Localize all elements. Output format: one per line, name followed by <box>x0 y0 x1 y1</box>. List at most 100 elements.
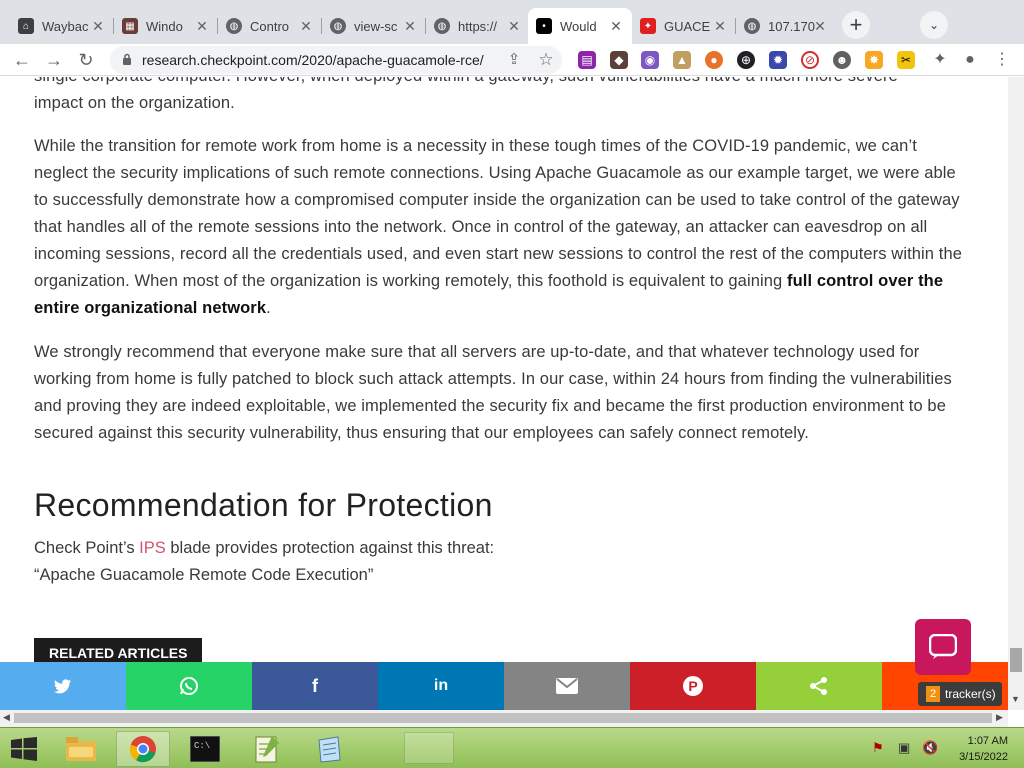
extension-icon[interactable]: ● <box>705 51 723 69</box>
share-whatsapp-button[interactable] <box>126 662 252 710</box>
twitter-icon <box>54 678 71 693</box>
puzzle-extensions-icon[interactable]: ✦ <box>928 48 952 72</box>
scroll-down-arrow-icon[interactable]: ▼ <box>1011 694 1020 704</box>
vertical-scroll-thumb[interactable] <box>1010 648 1022 672</box>
reload-icon[interactable]: ↻ <box>74 48 98 72</box>
tracker-label: tracker(s) <box>945 687 996 701</box>
tab-view-source[interactable]: ◍ view-sc ✕ <box>322 8 426 44</box>
network-icon[interactable]: ▣ <box>898 740 910 756</box>
globe-icon: ◍ <box>226 18 242 34</box>
checkpoint-favicon-icon: • <box>536 18 552 34</box>
tab-strip: ⌂ Waybac ✕ ▦ Windo ✕ ◍ Contro ✕ ◍ view-s… <box>0 0 1024 44</box>
paragraph-recommend: We strongly recommend that everyone make… <box>34 339 970 447</box>
extension-icon[interactable]: ✸ <box>865 51 883 69</box>
extension-icon[interactable]: ▲ <box>673 51 691 69</box>
share-twitter-button[interactable] <box>0 662 126 710</box>
share-email-button[interactable] <box>504 662 630 710</box>
tracker-badge[interactable]: 2 tracker(s) <box>918 682 1002 706</box>
extension-icon[interactable]: ⊕ <box>737 51 755 69</box>
scroll-left-arrow-icon[interactable]: ◀ <box>3 712 10 723</box>
ips-paragraph: Check Point’s IPS blade provides protect… <box>34 535 494 589</box>
pinterest-icon: P <box>683 676 703 696</box>
extension-icon[interactable]: ▤ <box>578 51 596 69</box>
chat-bubble-icon <box>929 634 957 659</box>
tab-ip-address[interactable]: ◍ 107.170 ✕ <box>736 8 836 44</box>
extension-icon[interactable]: ✹ <box>769 51 787 69</box>
browser-toolbar: ← → ↻ research.checkpoint.com/2020/apach… <box>0 44 1024 76</box>
paragraph-text: We strongly recommend that everyone make… <box>34 343 952 442</box>
ips-link[interactable]: IPS <box>139 539 166 557</box>
share-linkedin-button[interactable]: in <box>378 662 504 710</box>
tab-title: https:// <box>458 18 498 34</box>
share-pinterest-button[interactable]: P <box>630 662 756 710</box>
volume-muted-icon[interactable]: 🔇 <box>922 740 938 756</box>
fragment-line-1: single corporate computer. However, when… <box>34 77 970 90</box>
chat-widget-button[interactable] <box>915 619 971 675</box>
tab-title: Waybac <box>42 18 89 34</box>
vertical-scrollbar[interactable] <box>1008 77 1024 710</box>
close-icon[interactable]: ✕ <box>194 18 210 34</box>
close-icon[interactable]: ✕ <box>506 18 522 34</box>
scroll-right-arrow-icon[interactable]: ▶ <box>996 712 1003 723</box>
share-facebook-button[interactable]: f <box>252 662 378 710</box>
tab-wayback[interactable]: ⌂ Waybac ✕ <box>10 8 114 44</box>
profile-avatar-icon[interactable]: ● <box>958 48 982 72</box>
tab-guacamole[interactable]: ✦ GUACE ✕ <box>632 8 736 44</box>
share-page-icon[interactable]: ⇪ <box>502 48 526 72</box>
fragment-line-2: impact on the organization. <box>34 94 235 112</box>
whatsapp-icon <box>180 677 198 695</box>
terminal-icon[interactable]: C:\ <box>178 731 232 767</box>
extension-icon[interactable]: ✂ <box>897 51 915 69</box>
tab-control[interactable]: ◍ Contro ✕ <box>218 8 322 44</box>
windows-logo-icon <box>11 737 37 761</box>
paragraph-end: . <box>266 299 271 317</box>
action-center-flag-icon[interactable]: ⚑ <box>872 740 884 756</box>
related-articles-label: RELATED ARTICLES <box>34 638 203 664</box>
close-icon[interactable]: ✕ <box>402 18 418 34</box>
close-icon[interactable]: ✕ <box>298 18 314 34</box>
forward-icon[interactable]: → <box>42 48 66 72</box>
paragraph-text: While the transition for remote work fro… <box>34 137 963 290</box>
share-sharethis-button[interactable] <box>756 662 882 710</box>
tracker-count: 2 <box>926 686 940 702</box>
close-icon[interactable]: ✕ <box>712 18 728 34</box>
tab-windows[interactable]: ▦ Windo ✕ <box>114 8 218 44</box>
paragraph-fragment: single corporate computer. However, when… <box>34 77 970 117</box>
bookmark-star-icon[interactable]: ☆ <box>534 48 558 72</box>
start-button[interactable] <box>0 731 48 767</box>
browser-menu-icon[interactable]: ⋮ <box>990 48 1014 72</box>
notepad-plus-icon[interactable] <box>240 731 294 767</box>
globe-icon: ◍ <box>330 18 346 34</box>
file-explorer-icon[interactable] <box>54 731 108 767</box>
tab-search-button[interactable]: ⌄ <box>920 11 948 39</box>
address-bar[interactable]: research.checkpoint.com/2020/apache-guac… <box>110 46 562 74</box>
globe-icon: ◍ <box>744 18 760 34</box>
notepad-icon[interactable] <box>302 731 356 767</box>
clock-time: 1:07 AM <box>967 735 1008 747</box>
tab-https[interactable]: ◍ https:// ✕ <box>426 8 530 44</box>
close-icon[interactable]: ✕ <box>812 18 828 34</box>
lock-icon <box>123 53 131 65</box>
block-icon[interactable]: ⊘ <box>801 51 819 69</box>
globe-icon: ◍ <box>434 18 450 34</box>
facebook-icon: f <box>312 675 318 696</box>
windows-site-icon: ▦ <box>122 18 138 34</box>
extension-icon[interactable]: ◆ <box>610 51 628 69</box>
section-heading: Recommendation for Protection <box>34 487 493 523</box>
new-tab-button[interactable]: + <box>842 11 870 39</box>
horizontal-scroll-thumb[interactable] <box>14 713 992 723</box>
linkedin-icon: in <box>433 677 449 694</box>
chrome-taskbar-icon[interactable] <box>116 731 170 767</box>
close-icon[interactable]: ✕ <box>608 18 624 34</box>
ips-post: blade provides protection against this t… <box>165 539 495 557</box>
taskbar-window-button[interactable] <box>404 732 454 764</box>
extension-icon[interactable]: ◉ <box>641 51 659 69</box>
tab-would-active[interactable]: • Would ✕ <box>528 8 632 44</box>
ghostery-icon[interactable]: ☻ <box>833 51 851 69</box>
tab-title: GUACE <box>664 18 711 34</box>
tab-title: Windo <box>146 18 183 34</box>
close-icon[interactable]: ✕ <box>90 18 106 34</box>
system-clock[interactable]: 1:07 AM 3/15/2022 <box>959 733 1008 765</box>
url-text[interactable]: research.checkpoint.com/2020/apache-guac… <box>142 52 484 68</box>
back-icon[interactable]: ← <box>10 48 34 72</box>
